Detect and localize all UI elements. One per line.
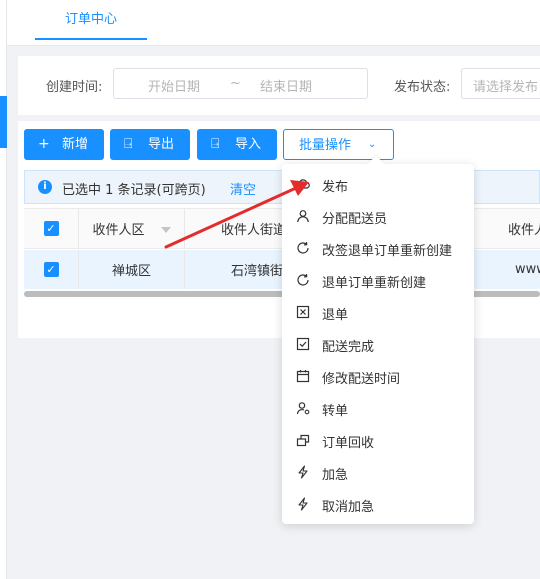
refresh-icon — [296, 273, 310, 287]
menu-item-order-recycle[interactable]: 订单回收 — [282, 425, 474, 457]
batch-operation-label: 批量操作 — [299, 138, 352, 153]
cloud-icon — [296, 177, 310, 191]
import-button[interactable]: ⍈ 导入 — [197, 129, 277, 160]
header-label-street: 收件人街道 — [221, 223, 287, 238]
export-icon: ⍈ — [124, 136, 133, 152]
header-cell-district: 收件人区 — [79, 209, 185, 248]
menu-item-label: 退单 — [322, 308, 349, 323]
calendar-icon — [296, 369, 310, 383]
user-transfer-icon — [296, 401, 310, 415]
cell-recipient: www — [484, 250, 540, 289]
menu-item-transfer[interactable]: 转单 — [282, 393, 474, 425]
header-label-district: 收件人区 — [92, 223, 145, 238]
menu-item-label: 配送完成 — [322, 340, 375, 355]
refresh-icon — [296, 241, 310, 255]
row-checkbox[interactable]: ✓ — [43, 262, 59, 277]
add-button-label: 新增 — [62, 137, 89, 152]
filter-panel: 创建时间: 开始日期 ~ 结束日期 发布状态: 请选择发布 — [18, 56, 540, 115]
user-icon — [296, 209, 310, 223]
publish-status-select[interactable]: 请选择发布 — [461, 68, 540, 99]
menu-item-publish[interactable]: 发布 — [282, 169, 474, 201]
menu-item-label: 取消加急 — [322, 500, 375, 515]
tab-order-center[interactable]: 订单中心 — [35, 0, 147, 40]
menu-item-cancel-expedite[interactable]: 取消加急 — [282, 489, 474, 521]
created-time-label: 创建时间: — [46, 80, 103, 95]
selection-count-text: 已选中 1 条记录(可跨页) — [62, 183, 206, 198]
start-date-placeholder[interactable]: 开始日期 — [148, 76, 200, 95]
tab-bar: 订单中心 — [7, 0, 540, 46]
menu-item-label: 转单 — [322, 404, 349, 419]
menu-item-label: 订单回收 — [322, 436, 375, 451]
cell-district-text: 禅城区 — [111, 264, 151, 279]
batch-operation-button[interactable]: 批量操作 ⌄ — [283, 129, 394, 160]
plus-icon: + — [38, 136, 50, 152]
cell-recipient-text: www — [515, 262, 540, 277]
cell-street-text: 石湾镇街 — [231, 264, 284, 279]
select-all-checkbox[interactable]: ✓ — [43, 221, 59, 236]
export-button[interactable]: ⍈ 导出 — [110, 129, 190, 160]
import-button-label: 导入 — [235, 137, 262, 152]
sidebar-active-indicator — [0, 96, 7, 148]
header-cell-recipient: 收件人 — [484, 209, 540, 248]
menu-item-label: 加急 — [322, 468, 349, 483]
publish-status-label: 发布状态: — [394, 80, 451, 95]
header-select-cell: ✓ — [24, 209, 79, 248]
menu-item-label: 改签退单订单重新创建 — [322, 244, 453, 259]
menu-item-label: 退单订单重新创建 — [322, 276, 427, 291]
recycle-icon — [296, 433, 310, 447]
cell-district: 禅城区 — [79, 250, 185, 289]
menu-item-edit-delivery-time[interactable]: 修改配送时间 — [282, 361, 474, 393]
lightning-icon — [296, 497, 310, 511]
close-square-icon — [296, 305, 310, 319]
end-date-placeholder[interactable]: 结束日期 — [260, 76, 312, 95]
date-range-input[interactable]: 开始日期 ~ 结束日期 — [113, 68, 368, 99]
check-square-icon — [296, 337, 310, 351]
menu-item-assign-courier[interactable]: 分配配送员 — [282, 201, 474, 233]
add-button[interactable]: + 新增 — [24, 129, 104, 160]
info-icon: i — [38, 180, 52, 194]
date-separator: ~ — [230, 76, 241, 91]
menu-item-expedite[interactable]: 加急 — [282, 457, 474, 489]
menu-item-return-recreate[interactable]: 退单订单重新创建 — [282, 265, 474, 297]
row-select-cell: ✓ — [24, 250, 79, 289]
menu-item-label: 修改配送时间 — [322, 372, 401, 387]
menu-item-label: 分配配送员 — [322, 212, 388, 227]
export-button-label: 导出 — [148, 137, 175, 152]
import-icon: ⍈ — [211, 136, 220, 152]
left-sidebar-strip — [0, 0, 7, 579]
header-label-recipient: 收件人 — [508, 223, 540, 238]
menu-item-rebook-recreate[interactable]: 改签退单订单重新创建 — [282, 233, 474, 265]
filter-icon[interactable] — [160, 226, 171, 233]
menu-item-label: 发布 — [322, 180, 349, 195]
menu-item-return[interactable]: 退单 — [282, 297, 474, 329]
clear-selection-link[interactable]: 清空 — [230, 179, 256, 198]
menu-item-delivery-complete[interactable]: 配送完成 — [282, 329, 474, 361]
batch-operation-menu: 发布 分配配送员 改签退单订单重新创建 退单订单重新创建 退单 配送完成 修改配… — [282, 155, 474, 524]
lightning-icon — [296, 465, 310, 479]
